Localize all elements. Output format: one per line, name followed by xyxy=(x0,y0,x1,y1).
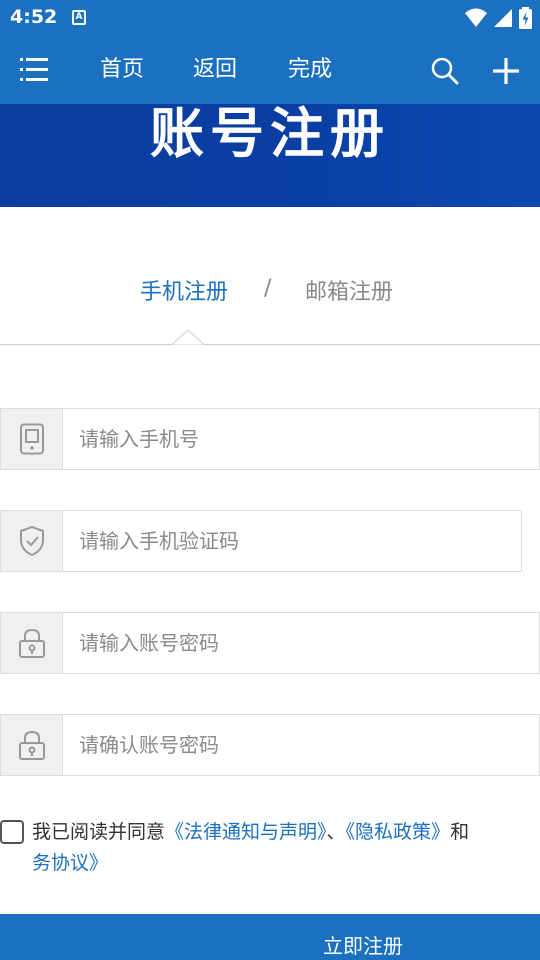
register-tabs: 手机注册 / 邮箱注册 xyxy=(0,270,540,310)
tab-email-register[interactable]: 邮箱注册 xyxy=(305,274,393,306)
nav-back-link[interactable]: 返回 xyxy=(193,56,237,84)
register-button-label: 立即注册 xyxy=(323,936,403,958)
password-input[interactable] xyxy=(63,613,533,673)
password-field xyxy=(0,612,540,674)
signal-icon xyxy=(494,9,512,27)
phone-field-icon-box xyxy=(1,409,63,469)
confirm-password-field xyxy=(0,714,540,776)
lock-icon xyxy=(18,730,45,760)
verification-code-input[interactable] xyxy=(63,511,515,571)
plus-icon[interactable] xyxy=(490,55,522,87)
agree-checkbox[interactable] xyxy=(0,820,24,844)
legal-notice-link[interactable]: 《法律通知与声明》 xyxy=(165,821,327,843)
agreement-line-1: 我已阅读并同意《法律通知与声明》、《隐私政策》和 xyxy=(32,818,469,846)
status-icons xyxy=(465,6,532,30)
active-tab-caret xyxy=(172,329,204,345)
code-field-icon-box xyxy=(1,511,63,571)
confirm-field-icon-box xyxy=(1,715,63,775)
banner-title: 账号注册 xyxy=(150,104,390,165)
status-time: 4:52 xyxy=(10,6,58,28)
agreement-separator: 、 xyxy=(326,821,346,843)
nav-home-link[interactable]: 首页 xyxy=(100,56,144,84)
tab-separator: / xyxy=(264,276,272,301)
password-field-icon-box xyxy=(1,613,63,673)
tab-divider xyxy=(0,344,540,345)
service-agreement-link[interactable]: 务协议》 xyxy=(32,849,108,877)
battery-charging-icon xyxy=(519,7,532,29)
banner: 账号注册 xyxy=(0,104,540,207)
nav-done-link[interactable]: 完成 xyxy=(288,56,332,84)
tab-phone-register[interactable]: 手机注册 xyxy=(140,274,228,306)
agreement-prefix: 我已阅读并同意 xyxy=(32,821,166,843)
shield-icon xyxy=(19,525,44,557)
status-bar: 4:52 A xyxy=(0,0,540,36)
phone-icon xyxy=(19,423,44,455)
register-button[interactable]: 立即注册 xyxy=(0,914,540,960)
privacy-policy-link[interactable]: 《隐私政策》 xyxy=(346,821,451,843)
phone-field xyxy=(0,408,540,470)
agreement-conjunction: 和 xyxy=(450,821,470,843)
nav-bar: 首页 返回 完成 xyxy=(0,36,540,104)
menu-icon[interactable] xyxy=(20,56,48,84)
lock-icon xyxy=(18,628,45,658)
wifi-icon xyxy=(465,8,487,27)
a-box-icon: A xyxy=(72,10,86,25)
phone-input[interactable] xyxy=(63,409,533,469)
confirm-password-input[interactable] xyxy=(63,715,533,775)
code-field xyxy=(0,510,522,572)
search-icon[interactable] xyxy=(430,56,460,86)
